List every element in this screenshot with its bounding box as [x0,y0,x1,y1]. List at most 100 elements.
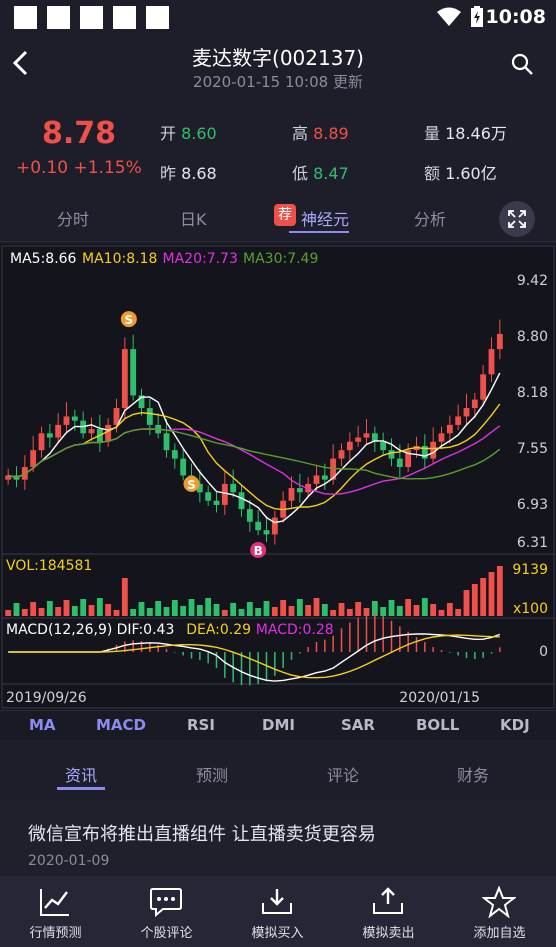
quote-field: 高 8.89 [292,120,349,144]
volume-axis-max: 9139 [512,562,548,578]
indicator-kdj[interactable]: KDJ [500,716,530,734]
volume-bar [146,608,153,616]
candle-body [463,408,470,417]
update-time: 2020-01-15 10:08 更新 [193,73,363,91]
volume-bar [413,605,420,616]
quote-field-value: 8.89 [313,124,349,143]
nav-comments[interactable]: 个股评论 [111,876,222,947]
date-end: 2020/01/15 [399,690,480,706]
candle-body [130,349,137,396]
chart-tabs: 分时 日K 荐 神经元 分析 [0,196,556,242]
ma-legend-item: MA5:8.66 [10,251,77,267]
volume-bar [13,603,20,616]
news-tabs: 资讯 预测 评论 财务 [0,742,556,796]
volume-bar [471,584,478,616]
candle-body [255,521,262,531]
price-axis-label: 8.18 [517,385,548,401]
indicator-boll[interactable]: BOLL [416,716,459,734]
volume-bar [321,604,328,616]
candle-body [63,416,70,425]
nav-sim-buy[interactable]: 模拟买入 [222,876,333,947]
volume-bar [330,610,337,616]
quote-field-label: 开 [160,124,182,143]
tab-neuron[interactable]: 神经元 [301,206,349,230]
volume-bar [280,600,287,616]
notification-icon [80,6,103,29]
quote-field-label: 量 [424,124,446,143]
search-icon[interactable] [510,52,534,76]
nav-sim-sell[interactable]: 模拟卖出 [333,876,444,947]
candle-body [263,530,270,535]
volume-bar [496,566,503,616]
indicator-sar[interactable]: SAR [341,716,375,734]
volume-bar [355,602,362,616]
macd-legend-item: MACD:0.28 [256,622,334,638]
volume-bar [271,607,278,616]
volume-bar [430,604,437,616]
candle-body [455,416,462,425]
kline-chart[interactable]: MA5:8.66 MA10:8.18 MA20:7.73 MA30:7.49 9.42 8… [0,244,556,710]
volume-label: VOL:184581 [6,558,92,574]
candle-body [30,450,37,468]
volume-bar [171,600,178,616]
ma20-line [8,425,501,495]
candle-body [480,374,487,400]
trade-marker-label: S [125,313,134,327]
indicator-macd[interactable]: MACD [96,716,146,734]
volume-bar [213,604,220,616]
nav-forecast[interactable]: 行情预测 [0,876,111,947]
price-axis-label: 7.55 [517,441,548,457]
indicator-dmi[interactable]: DMI [262,716,295,734]
nav-comments-label: 个股评论 [140,926,193,941]
candle-body [205,492,212,501]
candle-body [38,433,45,451]
fullscreen-button[interactable] [499,201,535,237]
quote-field-value: 8.60 [181,124,217,143]
ma-legend-item: MA10:8.18 [82,251,157,267]
candle-body [121,349,128,409]
trend-chart-icon [40,889,69,916]
volume-bar [221,610,228,616]
indicator-ma[interactable]: MA [29,716,56,734]
nav-sim-buy-label: 模拟买入 [251,926,304,941]
quote-field: 量 18.46万 [424,120,507,144]
tab-news[interactable]: 资讯 [65,762,97,786]
tab-analysis[interactable]: 分析 [414,206,446,230]
quote-field-label: 昨 [160,164,182,183]
candle-body [163,433,170,451]
trade-marker-label: B [254,544,263,558]
trade-marker-label: S [187,478,196,492]
volume-axis-unit: x100 [513,601,548,617]
volume-bar [305,605,312,616]
news-item[interactable]: 微信宣布将推出直播组件 让直播卖货更容易 2020-01-09 [0,800,556,878]
notification-icon [146,6,169,29]
candle-body [171,450,178,459]
candle-body [396,458,403,468]
tab-daily-k[interactable]: 日K [180,206,207,230]
indicator-rsi[interactable]: RSI [187,716,215,734]
tab-finance[interactable]: 财务 [457,762,489,786]
bottom-nav: 行情预测 个股评论 模拟买入 模拟卖出 添加自选 [0,876,556,947]
volume-bar [380,607,387,616]
quote-field-value: 1.60亿 [445,164,497,183]
tab-forecast[interactable]: 预测 [196,762,228,786]
volume-bar [155,601,162,616]
volume-bar [88,605,95,616]
macd-legend-item: MACD(12,26,9) [6,622,112,638]
download-tray-icon [262,889,292,914]
nav-add-watchlist[interactable]: 添加自选 [444,876,555,947]
upload-tray-icon [373,887,403,914]
candle-body [446,424,453,434]
volume-bar [405,599,412,616]
volume-bar [255,608,262,616]
tab-timeshare[interactable]: 分时 [57,206,89,230]
notification-icon [113,6,136,29]
volume-bar [5,610,12,616]
candle-body [105,424,112,442]
tab-comments[interactable]: 评论 [327,762,359,786]
volume-bar [263,601,270,616]
candle-body [380,441,387,451]
volume-bar [463,590,470,616]
volume-bar [455,609,462,616]
candle-body [180,458,187,476]
